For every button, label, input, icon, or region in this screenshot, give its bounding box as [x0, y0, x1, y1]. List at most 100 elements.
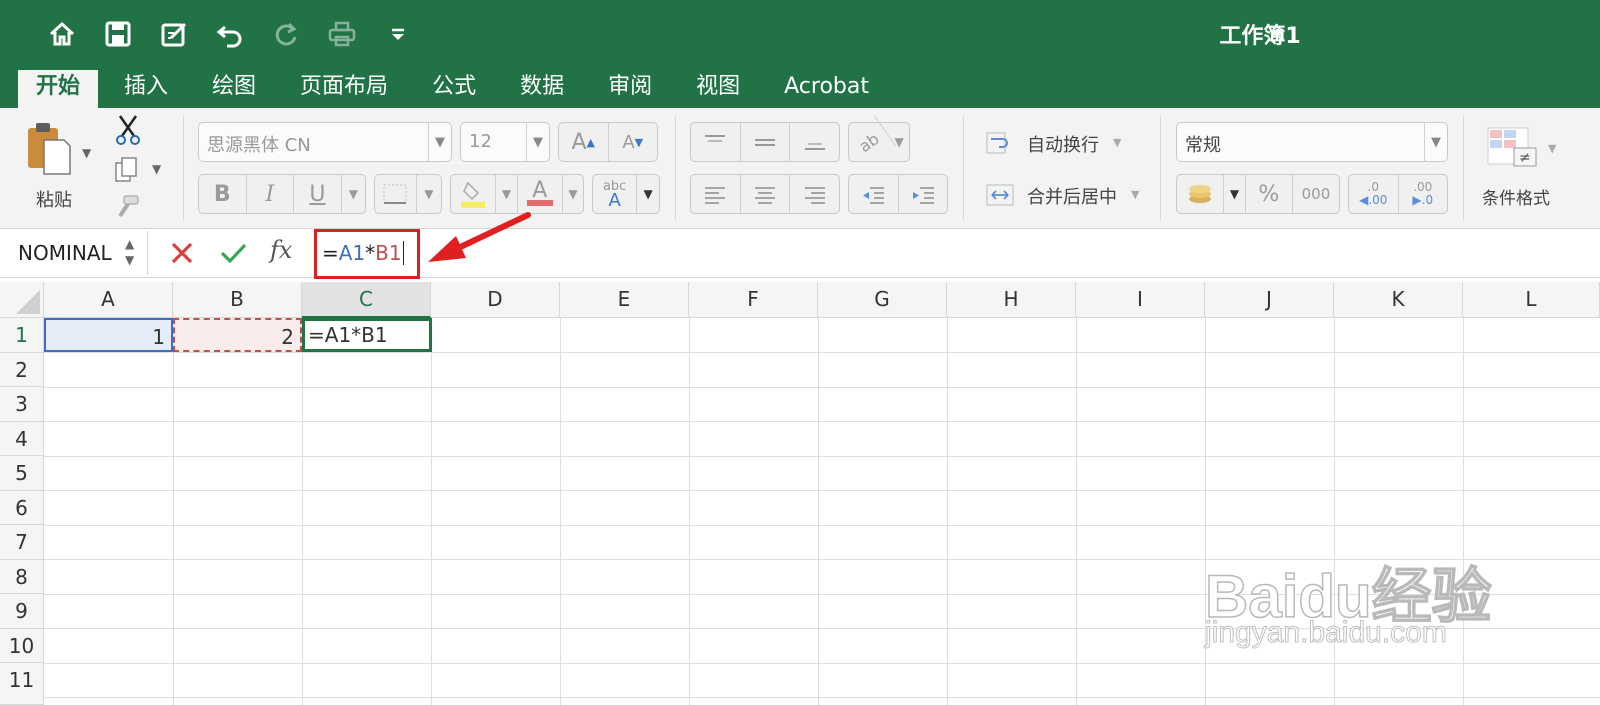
row-header-3[interactable]: 3	[0, 387, 44, 422]
font-color-button[interactable]: A	[518, 175, 563, 213]
comma-style-button[interactable]: 000	[1293, 175, 1339, 213]
row-header-10[interactable]: 10	[0, 628, 44, 663]
orientation-button[interactable]: ab ▼	[841, 114, 910, 170]
tab-home[interactable]: 开始	[18, 70, 99, 108]
align-center-icon[interactable]	[741, 175, 791, 213]
quick-access-toolbar	[40, 14, 432, 54]
print-icon[interactable]	[320, 14, 364, 54]
save-icon[interactable]	[96, 14, 140, 54]
cancel-formula-button[interactable]	[168, 238, 196, 268]
align-right-icon[interactable]	[790, 175, 839, 213]
gridline	[44, 386, 1600, 388]
edit-icon[interactable]	[152, 14, 196, 54]
fill-and-font-color: ▼ A ▼	[450, 174, 584, 214]
chevron-down-icon[interactable]: ▼	[1224, 175, 1246, 213]
gridline	[44, 455, 1600, 457]
customize-icon[interactable]	[376, 14, 420, 54]
tab-page-layout[interactable]: 页面布局	[282, 70, 406, 108]
row-header-7[interactable]: 7	[0, 525, 44, 560]
horizontal-align-buttons	[690, 174, 840, 214]
paste-button[interactable]: ▼ 粘贴	[22, 120, 92, 211]
align-bottom-icon[interactable]	[790, 123, 839, 161]
font-size-select[interactable]: 12 ▼	[460, 122, 550, 162]
column-header-a[interactable]: A	[44, 282, 173, 318]
decrease-decimal-button[interactable]: .00 ▶.0	[1399, 175, 1448, 213]
copy-icon[interactable]: ▼	[114, 156, 164, 184]
conditional-format-button[interactable]: ≠ ▼ 条件格式	[1478, 122, 1568, 218]
wrap-text-label: 自动换行	[1027, 135, 1099, 156]
tab-view[interactable]: 视图	[678, 70, 758, 108]
column-header-b[interactable]: B	[173, 282, 302, 318]
italic-button[interactable]: I	[247, 175, 295, 213]
ribbon: ▼ 粘贴 ▼ 思源黑体 CN ▼ 12 ▼ A ▲ A ▼ B I U ▼ ▼ ▼ …	[0, 108, 1600, 229]
redo-icon[interactable]	[264, 14, 308, 54]
row-header-9[interactable]: 9	[0, 594, 44, 629]
align-middle-icon[interactable]	[741, 123, 791, 161]
close-icon	[171, 242, 193, 264]
tab-formulas[interactable]: 公式	[414, 70, 494, 108]
format-painter-icon[interactable]	[114, 194, 142, 220]
column-header-f[interactable]: F	[689, 282, 818, 318]
bold-button[interactable]: B	[199, 175, 247, 213]
accounting-format-icon[interactable]	[1177, 175, 1225, 213]
cell-a1[interactable]: 1	[44, 318, 173, 352]
cell-b1[interactable]: 2	[173, 318, 302, 352]
tab-acrobat[interactable]: Acrobat	[766, 70, 887, 108]
column-header-e[interactable]: E	[560, 282, 689, 318]
column-header-c[interactable]: C	[302, 282, 431, 318]
row-header-5[interactable]: 5	[0, 456, 44, 491]
cell-c1-active[interactable]: =A1*B1	[302, 318, 432, 352]
gridline	[44, 421, 1600, 422]
column-header-j[interactable]: J	[1205, 282, 1334, 318]
name-box-stepper-icon[interactable]: ▲ ▼	[125, 236, 134, 268]
underline-dropdown-icon[interactable]: ▼	[342, 175, 365, 213]
font-name-select[interactable]: 思源黑体 CN ▼	[198, 122, 452, 162]
grow-font-button[interactable]: A ▲	[559, 123, 609, 161]
conditional-format-label: 条件格式	[1482, 189, 1550, 209]
column-header-h[interactable]: H	[947, 282, 1076, 318]
row-header-1[interactable]: 1	[0, 318, 44, 353]
row-header-6[interactable]: 6	[0, 490, 44, 525]
chevron-down-icon: ▼	[526, 123, 549, 161]
increase-decimal-button[interactable]: .0 ◀.00	[1349, 175, 1399, 213]
font-color-swatch	[526, 200, 553, 206]
merge-center-button[interactable]: 合并后居中 ▼	[985, 180, 1145, 210]
column-header-d[interactable]: D	[431, 282, 560, 318]
fill-color-icon[interactable]	[451, 175, 497, 213]
percent-button[interactable]: %	[1246, 175, 1293, 213]
decrease-indent-icon[interactable]	[849, 175, 899, 213]
column-header-g[interactable]: G	[818, 282, 947, 318]
increase-indent-icon[interactable]	[899, 175, 948, 213]
align-left-icon[interactable]	[691, 175, 741, 213]
row-header-8[interactable]: 8	[0, 559, 44, 594]
row-header-11[interactable]: 11	[0, 663, 44, 705]
row-header-4[interactable]: 4	[0, 421, 44, 456]
number-format-select[interactable]: 常规 ▼	[1176, 122, 1448, 162]
home-icon[interactable]	[40, 14, 84, 54]
phonetic-button[interactable]: abc A ▼	[592, 174, 660, 214]
select-all-button[interactable]	[0, 282, 44, 318]
chevron-down-icon[interactable]: ▼	[563, 175, 583, 213]
formula-input[interactable]: =A1*B1	[322, 241, 404, 265]
cut-icon[interactable]	[114, 114, 142, 146]
chevron-down-icon: ▼	[643, 187, 653, 201]
chevron-down-icon[interactable]: ▼	[496, 175, 518, 213]
paste-dropdown-icon[interactable]: ▼	[82, 146, 91, 160]
tab-insert[interactable]: 插入	[106, 70, 186, 108]
tab-draw[interactable]: 绘图	[194, 70, 274, 108]
tab-data[interactable]: 数据	[502, 70, 582, 108]
column-header-k[interactable]: K	[1334, 282, 1463, 318]
column-header-l[interactable]: L	[1463, 282, 1600, 318]
undo-icon[interactable]	[208, 14, 252, 54]
enter-formula-button[interactable]	[218, 238, 248, 268]
chevron-down-icon: ▼	[1131, 188, 1140, 201]
tab-review[interactable]: 审阅	[590, 70, 670, 108]
wrap-text-button[interactable]: 自动换行 ▼	[985, 128, 1135, 158]
align-top-icon[interactable]	[691, 123, 741, 161]
insert-function-button[interactable]: fx	[270, 236, 292, 264]
column-header-i[interactable]: I	[1076, 282, 1205, 318]
border-button[interactable]: ▼	[374, 174, 442, 214]
shrink-font-button[interactable]: A ▼	[609, 123, 658, 161]
underline-button[interactable]: U	[294, 175, 342, 213]
row-header-2[interactable]: 2	[0, 352, 44, 387]
